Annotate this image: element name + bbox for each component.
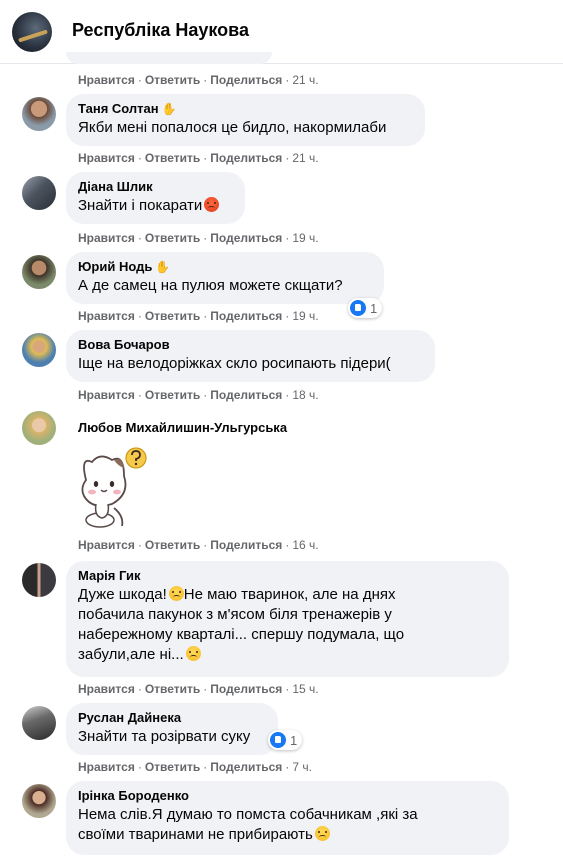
share-link[interactable]: Поделиться xyxy=(210,682,282,696)
comment-text: Якби мені попалося це бидло, накормилаби xyxy=(78,119,387,136)
reply-link[interactable]: Ответить xyxy=(145,73,200,87)
like-link[interactable]: Нравится xyxy=(78,682,135,696)
comment-actions: Нравится · Ответить · Поделиться · 19 ч. xyxy=(78,309,319,323)
comment-text: Нема слів.Я думаю то помста собачникам ,… xyxy=(78,806,418,843)
cat-sticker[interactable] xyxy=(66,446,158,532)
comment-time[interactable]: 19 ч. xyxy=(292,309,318,323)
share-link[interactable]: Поделиться xyxy=(210,388,282,402)
like-link[interactable]: Нравится xyxy=(78,231,135,245)
like-link[interactable]: Нравится xyxy=(78,309,135,323)
avatar[interactable] xyxy=(22,563,56,597)
share-link[interactable]: Поделиться xyxy=(210,151,282,165)
comment-text: А де самец на пулюя можете скщати? xyxy=(78,277,343,294)
sad-face-icon xyxy=(314,826,330,841)
comment-text: Іще на велодоріжках скло росипають підер… xyxy=(78,355,391,372)
comment-time[interactable]: 21 ч. xyxy=(292,151,318,165)
avatar[interactable] xyxy=(22,706,56,740)
comment-bubble: Марія Гик Дуже шкода! Не маю тваринок, ал… xyxy=(66,561,509,677)
avatar[interactable] xyxy=(22,411,56,445)
reaction-count[interactable]: 1 xyxy=(348,298,383,318)
comment-author[interactable]: Вова Бочаров xyxy=(78,337,423,353)
reply-link[interactable]: Ответить xyxy=(145,151,200,165)
share-link[interactable]: Поделиться xyxy=(210,73,282,87)
comment-time[interactable]: 21 ч. xyxy=(292,73,318,87)
avatar[interactable] xyxy=(22,176,56,210)
comment-bubble: Руслан Дайнека Знайти та розірвати суку xyxy=(66,703,278,755)
comment-actions: Нравится · Ответить · Поделиться · 15 ч. xyxy=(78,682,319,696)
avatar[interactable] xyxy=(22,333,56,367)
comment-author[interactable]: Ірінка Бороденко xyxy=(78,788,497,804)
like-icon xyxy=(350,300,366,316)
like-link[interactable]: Нравится xyxy=(78,151,135,165)
like-link[interactable]: Нравится xyxy=(78,538,135,552)
reply-link[interactable]: Ответить xyxy=(145,388,200,402)
comment-bubble: Юрий Нодь ✋ А де самец на пулюя можете ск… xyxy=(66,252,384,304)
comment-time[interactable]: 18 ч. xyxy=(292,388,318,402)
share-link[interactable]: Поделиться xyxy=(210,760,282,774)
comment-text: Знайти та розірвати суку xyxy=(78,728,251,745)
page-title[interactable]: Республіка Наукова xyxy=(72,20,249,41)
reply-link[interactable]: Ответить xyxy=(145,309,200,323)
comment-actions: Нравится · Ответить · Поделиться · 16 ч. xyxy=(78,538,319,552)
comment-time[interactable]: 19 ч. xyxy=(292,231,318,245)
hand-wave-icon: ✋ xyxy=(161,102,177,116)
comment-actions: Нравится · Ответить · Поделиться · 19 ч. xyxy=(78,231,319,245)
reply-link[interactable]: Ответить xyxy=(145,682,200,696)
comment-author[interactable]: Діана Шлик xyxy=(78,179,233,195)
comment-time[interactable]: 7 ч. xyxy=(292,760,312,774)
reaction-count[interactable]: 1 xyxy=(268,730,303,750)
comment-actions: Нравится · Ответить · Поделиться · 21 ч. xyxy=(78,73,319,87)
comment-author[interactable]: Юрий Нодь xyxy=(78,259,152,275)
angry-face-icon xyxy=(204,197,220,212)
hand-wave-icon: ✋ xyxy=(155,260,171,274)
reply-link[interactable]: Ответить xyxy=(145,538,200,552)
page-avatar[interactable] xyxy=(12,12,52,52)
comment-bubble: Таня Солтан ✋ Якби мені попалося це бидло… xyxy=(66,94,425,146)
like-link[interactable]: Нравится xyxy=(78,388,135,402)
comment-author[interactable]: Марія Гик xyxy=(78,568,497,584)
comment-actions: Нравится · Ответить · Поделиться · 7 ч. xyxy=(78,760,312,774)
comment-text: Знайти і покарати xyxy=(78,197,203,214)
previous-comment-bubble xyxy=(66,52,272,64)
like-icon xyxy=(270,732,286,748)
comment-bubble: Діана Шлик Знайти і покарати xyxy=(66,172,245,224)
avatar[interactable] xyxy=(22,255,56,289)
comment-author[interactable]: Любов Михайлишин-Ульгурська xyxy=(78,420,287,436)
relieved-face-icon xyxy=(185,646,201,661)
share-link[interactable]: Поделиться xyxy=(210,538,282,552)
share-link[interactable]: Поделиться xyxy=(210,231,282,245)
comment-bubble: Ірінка Бороденко Нема слів.Я думаю то по… xyxy=(66,781,509,855)
share-link[interactable]: Поделиться xyxy=(210,309,282,323)
like-link[interactable]: Нравится xyxy=(78,760,135,774)
like-link[interactable]: Нравится xyxy=(78,73,135,87)
avatar[interactable] xyxy=(22,97,56,131)
reply-link[interactable]: Ответить xyxy=(145,760,200,774)
avatar[interactable] xyxy=(22,784,56,818)
comment-actions: Нравится · Ответить · Поделиться · 21 ч. xyxy=(78,151,319,165)
comment-bubble: Вова Бочаров Іще на велодоріжках скло ро… xyxy=(66,330,435,382)
comment-time[interactable]: 15 ч. xyxy=(292,682,318,696)
comment-author[interactable]: Таня Солтан xyxy=(78,101,159,117)
sad-face-icon xyxy=(168,586,184,601)
reply-link[interactable]: Ответить xyxy=(145,231,200,245)
comment-author[interactable]: Руслан Дайнека xyxy=(78,710,266,726)
comment-actions: Нравится · Ответить · Поделиться · 18 ч. xyxy=(78,388,319,402)
comment-text: Дуже шкода! Не маю тваринок, але на днях … xyxy=(78,586,405,663)
comment-time[interactable]: 16 ч. xyxy=(292,538,318,552)
